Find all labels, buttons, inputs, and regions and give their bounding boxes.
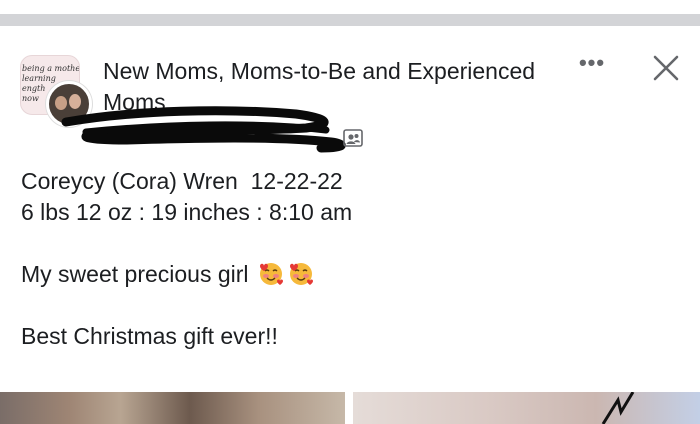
post-line-1: Coreycy (Cora) Wren 12-22-22	[21, 168, 343, 194]
post-line-4: My sweet precious girl	[21, 259, 661, 290]
top-strip	[0, 0, 700, 32]
members-icon	[343, 129, 363, 147]
post-text: Coreycy (Cora) Wren 12-22-22 6 lbs 12 oz…	[21, 166, 661, 352]
post-line-blank	[21, 290, 661, 321]
close-icon[interactable]	[646, 48, 686, 88]
post-line-blank	[21, 228, 661, 259]
post-line-6: Best Christmas gift ever!!	[21, 323, 278, 349]
post-card: being a mothe learning ength now New Mom…	[0, 32, 700, 424]
post-photo[interactable]	[0, 392, 345, 424]
post-line-4-text: My sweet precious girl	[21, 261, 255, 287]
post-line-2: 6 lbs 12 oz : 19 inches : 8:10 am	[21, 199, 353, 225]
redaction-scribble	[61, 106, 346, 153]
photo-row	[0, 392, 700, 424]
more-options-button[interactable]: •••	[574, 52, 610, 76]
photo-scribble	[601, 392, 635, 424]
post-photo[interactable]	[353, 392, 700, 424]
smiling-face-with-hearts-icon	[259, 263, 283, 285]
smiling-face-with-hearts-icon	[289, 263, 313, 285]
divider-bar	[0, 14, 700, 26]
